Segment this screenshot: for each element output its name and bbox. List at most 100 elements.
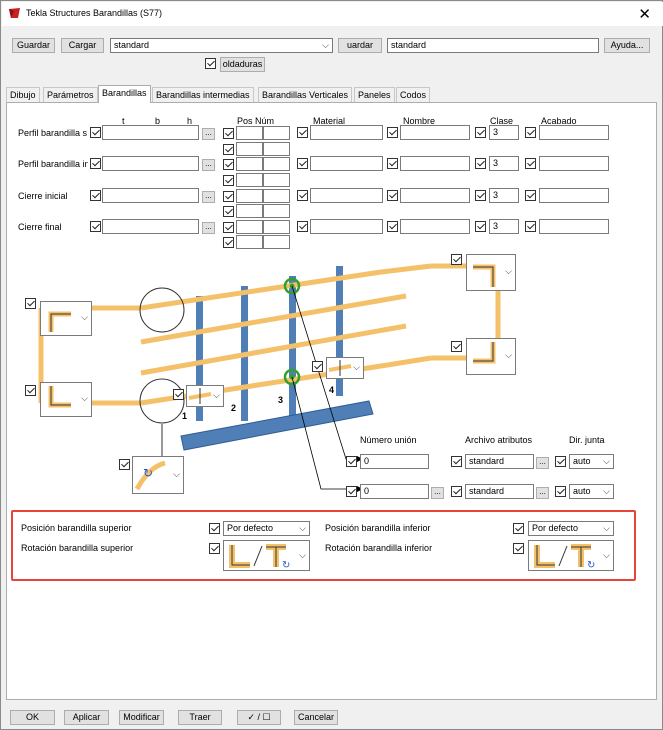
joint-number-checkbox[interactable] (346, 456, 357, 467)
row-checkbox[interactable] (525, 158, 536, 169)
row-checkbox[interactable] (90, 190, 101, 201)
attributes-input[interactable]: standard (465, 454, 534, 469)
top-rail-position-checkbox[interactable] (209, 523, 220, 534)
help-button[interactable]: Ayuda... (604, 38, 650, 53)
joint-number-input[interactable]: 0 (360, 454, 429, 469)
finish-input[interactable] (539, 188, 609, 203)
material-input[interactable] (310, 188, 383, 203)
pos-checkbox[interactable] (223, 144, 234, 155)
load-button[interactable]: Cargar (61, 38, 104, 53)
class-input[interactable]: 3 (489, 188, 519, 203)
tab-barandillas-intermedias[interactable]: Barandillas intermedias (152, 87, 254, 102)
pos-prefix-input[interactable] (236, 173, 263, 187)
pos-number-input[interactable] (263, 189, 290, 203)
browse-button[interactable]: ... (202, 159, 215, 171)
name-input[interactable] (400, 219, 470, 234)
pos-checkbox[interactable] (223, 159, 234, 170)
save-as-input[interactable]: standard (387, 38, 599, 53)
pos-checkbox[interactable] (223, 175, 234, 186)
bottom-rail-position-checkbox[interactable] (513, 523, 524, 534)
tab-paneles[interactable]: Paneles (354, 87, 395, 102)
pos-checkbox[interactable] (223, 222, 234, 233)
apply-button[interactable]: Aplicar (64, 710, 109, 725)
attributes-checkbox[interactable] (451, 486, 462, 497)
row-checkbox[interactable] (475, 221, 486, 232)
bottom-rail-position-select[interactable]: Por defecto ⌵ (528, 521, 614, 536)
top-rail-position-select[interactable]: Por defecto ⌵ (223, 521, 310, 536)
tab-parametros[interactable]: Parámetros (43, 87, 98, 102)
row-checkbox[interactable] (297, 127, 308, 138)
bottom-rail-rotation-select[interactable]: ↻ ⌵ (528, 540, 614, 571)
joint-top-checkbox[interactable] (312, 361, 323, 372)
pos-checkbox[interactable] (223, 128, 234, 139)
pos-prefix-input[interactable] (236, 220, 263, 234)
save-button[interactable]: Guardar (12, 38, 55, 53)
name-input[interactable] (400, 156, 470, 171)
tab-codos[interactable]: Codos (396, 87, 431, 102)
name-input[interactable] (400, 125, 470, 140)
preset-select[interactable]: standard ⌵ (110, 38, 333, 53)
pos-checkbox[interactable] (223, 206, 234, 217)
direction-checkbox[interactable] (555, 456, 566, 467)
material-input[interactable] (310, 219, 383, 234)
pos-prefix-input[interactable] (236, 126, 263, 140)
start-bottom-checkbox[interactable] (25, 385, 36, 396)
end-bottom-closure-select[interactable]: ⌵ (466, 338, 516, 375)
row-checkbox[interactable] (475, 158, 486, 169)
bottom-rail-rotation-checkbox[interactable] (513, 543, 524, 554)
bend-checkbox[interactable] (119, 459, 130, 470)
class-input[interactable]: 3 (489, 156, 519, 171)
joint-type-select[interactable]: ⌵ (186, 385, 224, 407)
browse-button[interactable]: ... (202, 191, 215, 203)
welds-checkbox[interactable] (205, 58, 216, 69)
start-top-closure-select[interactable]: ⌵ (40, 301, 92, 336)
class-input[interactable]: 3 (489, 125, 519, 140)
pos-prefix-input[interactable] (236, 157, 263, 171)
name-input[interactable] (400, 188, 470, 203)
row-checkbox[interactable] (387, 127, 398, 138)
row-checkbox[interactable] (525, 221, 536, 232)
tab-barandillas[interactable]: Barandillas (98, 85, 151, 103)
row-checkbox[interactable] (525, 127, 536, 138)
pos-prefix-input[interactable] (236, 189, 263, 203)
top-rail-rotation-checkbox[interactable] (209, 543, 220, 554)
start-top-checkbox[interactable] (25, 298, 36, 309)
top-rail-rotation-select[interactable]: ↻ ⌵ (223, 540, 310, 571)
attributes-checkbox[interactable] (451, 456, 462, 467)
direction-select[interactable]: auto ⌵ (569, 484, 614, 499)
joint-bottom-checkbox[interactable] (173, 389, 184, 400)
pos-number-input[interactable] (263, 126, 290, 140)
row-checkbox[interactable] (297, 190, 308, 201)
pos-checkbox[interactable] (223, 191, 234, 202)
pos-number-input[interactable] (263, 157, 290, 171)
row-checkbox[interactable] (90, 127, 101, 138)
tab-dibujo[interactable]: Dibujo (6, 87, 40, 102)
cancel-button[interactable]: Cancelar (294, 710, 338, 725)
pos-number-input[interactable] (263, 220, 290, 234)
modify-button[interactable]: Modificar (119, 710, 164, 725)
end-bottom-checkbox[interactable] (451, 341, 462, 352)
row-checkbox[interactable] (387, 158, 398, 169)
welds-button[interactable]: oldaduras (220, 57, 265, 72)
material-input[interactable] (310, 125, 383, 140)
get-button[interactable]: Traer (178, 710, 222, 725)
class-input[interactable]: 3 (489, 219, 519, 234)
end-top-checkbox[interactable] (451, 254, 462, 265)
joint-type-select[interactable]: ⌵ (326, 357, 364, 379)
finish-input[interactable] (539, 156, 609, 171)
joint-number-input[interactable]: 0 (360, 484, 429, 499)
row-checkbox[interactable] (387, 221, 398, 232)
end-top-closure-select[interactable]: ⌵ (466, 254, 516, 291)
close-icon[interactable]: ✕ (638, 5, 651, 23)
profile-input[interactable] (102, 188, 199, 203)
profile-input[interactable] (102, 219, 199, 234)
profile-input[interactable] (102, 125, 199, 140)
browse-button[interactable]: ... (202, 128, 215, 140)
browse-button[interactable]: ... (536, 487, 549, 499)
row-checkbox[interactable] (475, 190, 486, 201)
direction-checkbox[interactable] (555, 486, 566, 497)
finish-input[interactable] (539, 219, 609, 234)
pos-prefix-input[interactable] (236, 142, 263, 156)
tab-barandillas-verticales[interactable]: Barandillas Verticales (258, 87, 353, 102)
joint-number-checkbox[interactable] (346, 486, 357, 497)
